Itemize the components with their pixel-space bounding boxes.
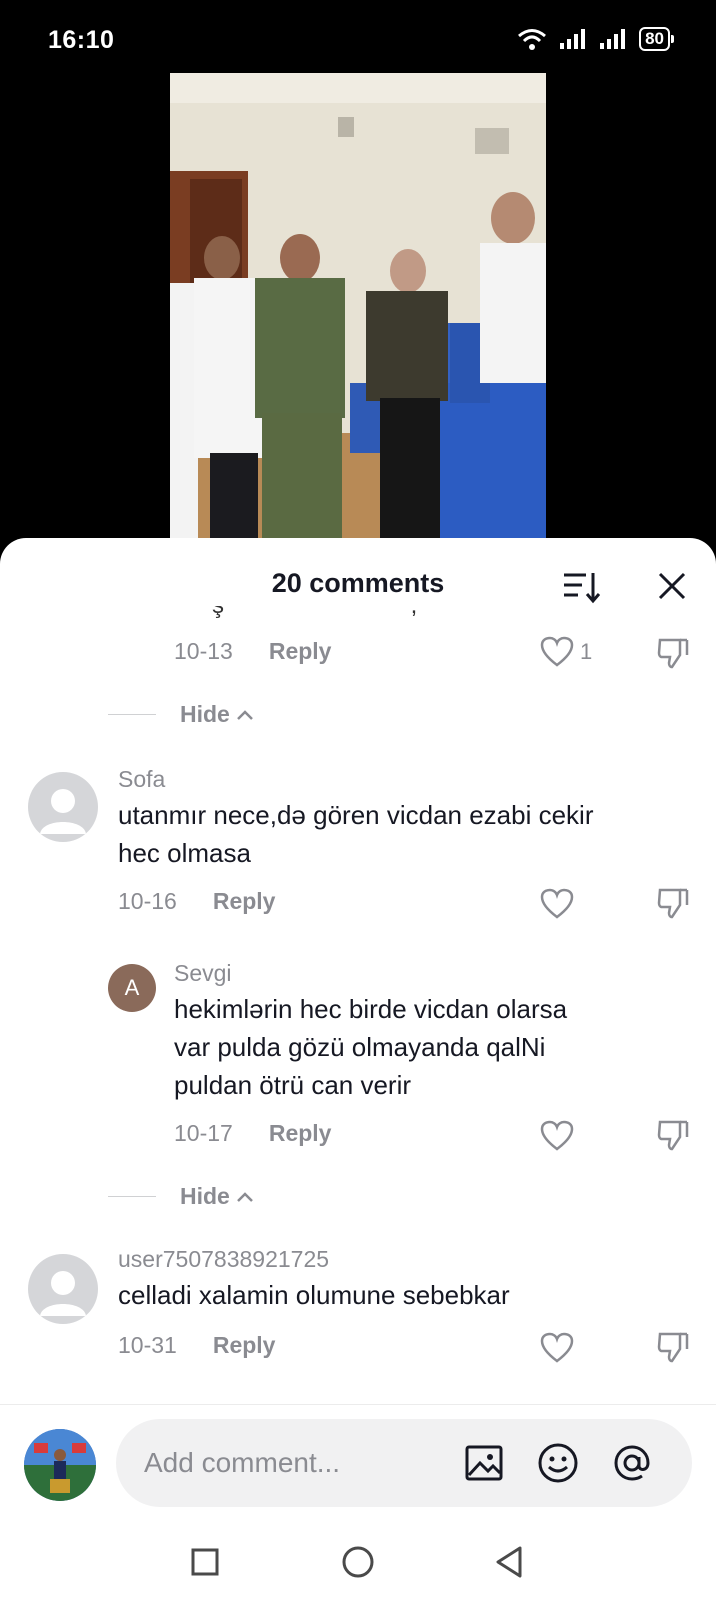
signal-icon — [560, 29, 586, 49]
chevron-up-icon — [236, 1191, 253, 1202]
comment-meta: 10-17 Reply — [174, 1120, 331, 1147]
divider — [108, 714, 156, 715]
reply-button[interactable]: Reply — [213, 888, 276, 915]
username[interactable]: Sevgi — [174, 960, 232, 987]
image-icon[interactable] — [462, 1441, 506, 1485]
avatar[interactable] — [28, 772, 98, 842]
reply-button[interactable]: Reply — [213, 1332, 276, 1359]
comment-text: hekimlərin hec birde vicdan olarsa var p… — [174, 994, 568, 1100]
avatar-image — [24, 1429, 96, 1501]
video-frame — [170, 73, 546, 543]
hide-replies-button[interactable]: Hide — [108, 1183, 254, 1210]
username[interactable]: user7507838921725 — [118, 1246, 329, 1273]
comment-meta: 10-13 Reply — [174, 638, 331, 665]
like-count: 1 — [580, 639, 593, 664]
back-icon[interactable] — [488, 1540, 532, 1584]
status-time: 16:10 — [48, 26, 115, 54]
comment-date: 10-31 — [118, 1332, 177, 1358]
chevron-up-icon — [236, 709, 253, 720]
system-nav-bar — [0, 1524, 716, 1600]
divider — [108, 1196, 156, 1197]
reply-button[interactable]: Reply — [269, 638, 332, 665]
close-icon[interactable] — [656, 570, 688, 602]
status-bar: 16:10 80 — [0, 0, 716, 72]
mention-icon[interactable] — [610, 1441, 654, 1485]
recents-icon[interactable] — [183, 1540, 227, 1584]
emoji-icon[interactable] — [536, 1441, 580, 1485]
comment-input-bar — [0, 1404, 716, 1524]
dislike-icon[interactable] — [656, 636, 690, 670]
comment-date: 10-16 — [118, 888, 177, 914]
heart-icon[interactable] — [540, 888, 574, 920]
dislike-icon[interactable] — [656, 886, 690, 920]
reply-button[interactable]: Reply — [269, 1120, 332, 1147]
hide-label: Hide — [180, 1183, 230, 1209]
comment-date: 10-13 — [174, 638, 233, 664]
comment-date: 10-17 — [174, 1120, 233, 1146]
hide-label: Hide — [180, 701, 230, 727]
comment-text: utanmır nece,də gören vicdan ezabi cekir… — [118, 800, 594, 868]
dislike-icon[interactable] — [656, 1330, 690, 1364]
heart-icon[interactable] — [540, 1120, 574, 1152]
comment-text: celladi xalamin olumune sebebkar — [118, 1280, 510, 1310]
avatar[interactable] — [28, 1254, 98, 1324]
comment-input[interactable] — [144, 1441, 464, 1485]
sort-icon[interactable] — [562, 570, 600, 604]
heart-icon[interactable] — [540, 1332, 574, 1364]
user-icon — [40, 1271, 86, 1316]
comment-input-box[interactable] — [116, 1419, 692, 1507]
username[interactable]: Sofa — [118, 766, 165, 793]
cut-off-comment-text: ş , g , , — [172, 606, 692, 620]
signal-icon — [600, 29, 626, 49]
avatar[interactable]: A — [108, 964, 156, 1012]
wifi-icon — [518, 29, 547, 50]
user-icon — [40, 789, 86, 834]
battery-icon: 80 — [639, 27, 674, 51]
hide-replies-button[interactable]: Hide — [108, 701, 254, 728]
status-icons: 80 — [517, 27, 674, 51]
comments-title: 20 comments — [271, 568, 445, 598]
home-icon[interactable] — [336, 1540, 380, 1584]
comment-meta: 10-31 Reply — [118, 1332, 275, 1359]
my-avatar[interactable] — [24, 1429, 96, 1501]
heart-icon — [540, 636, 574, 667]
comment-meta: 10-16 Reply — [118, 888, 275, 915]
dislike-icon[interactable] — [656, 1118, 690, 1152]
avatar-letter: A — [124, 975, 140, 1000]
video-player[interactable] — [170, 73, 546, 543]
like-button[interactable]: 1 — [540, 636, 592, 668]
